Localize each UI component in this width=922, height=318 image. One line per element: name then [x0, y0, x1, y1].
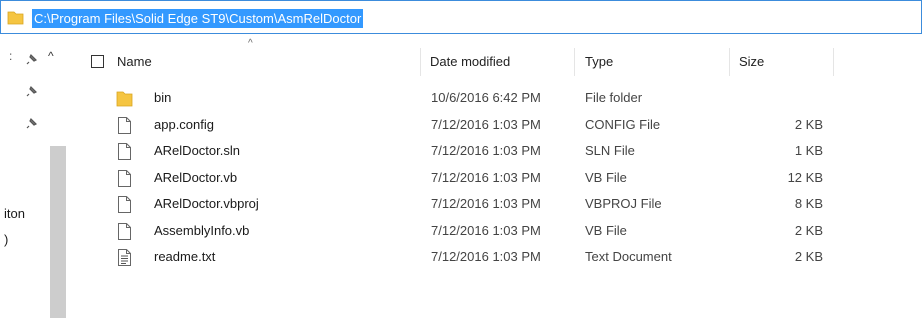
file-type: VB File — [585, 169, 627, 185]
column-divider[interactable] — [833, 48, 834, 76]
sort-ascending-icon: ^ — [248, 38, 253, 49]
file-name[interactable]: app.config — [154, 112, 214, 138]
file-size: 2 KB — [794, 222, 823, 238]
file-date-modified: 7/12/2016 1:03 PM — [431, 169, 541, 185]
pin-icon[interactable] — [26, 116, 38, 130]
file-icon — [118, 143, 131, 160]
file-name[interactable]: bin — [154, 85, 171, 111]
text-file-icon — [118, 249, 131, 266]
file-name[interactable]: ARelDoctor.vbproj — [154, 191, 259, 217]
file-size: 8 KB — [794, 196, 823, 211]
address-bar[interactable]: C:\Program Files\Solid Edge ST9\Custom\A… — [0, 0, 922, 34]
column-header-name[interactable]: Name — [117, 48, 152, 76]
file-row[interactable]: ARelDoctor.vb 7/12/2016 1:03 PM VB File 12 … — [75, 165, 845, 191]
file-type: Text Document — [585, 249, 672, 264]
nav-item-label[interactable]: iton — [4, 206, 25, 221]
file-icon — [118, 222, 131, 240]
nav-item-label[interactable]: ) — [4, 232, 8, 247]
column-header-date[interactable]: Date modified — [430, 48, 510, 76]
file-row[interactable]: bin 10/6/2016 6:42 PM File folder — [75, 85, 845, 111]
file-size: 12 KB — [787, 169, 823, 185]
file-type: File folder — [585, 90, 643, 105]
column-divider[interactable] — [729, 48, 730, 76]
file-size: 2 KB — [794, 116, 823, 132]
file-type: SLN File — [585, 143, 635, 158]
file-icon — [118, 196, 131, 213]
select-all-checkbox[interactable] — [91, 55, 104, 68]
address-path[interactable]: C:\Program Files\Solid Edge ST9\Custom\A… — [32, 9, 364, 28]
file-date-modified: 7/12/2016 1:03 PM — [431, 249, 541, 264]
folder-icon — [116, 91, 133, 107]
file-type: CONFIG File — [585, 116, 661, 132]
nav-scrollbar[interactable] — [50, 146, 66, 318]
file-icon — [118, 169, 131, 187]
column-divider[interactable] — [420, 48, 421, 76]
pin-icon[interactable] — [26, 52, 38, 66]
file-date-modified: 7/12/2016 1:03 PM — [431, 143, 541, 158]
file-row[interactable]: ARelDoctor.vbproj 7/12/2016 1:03 PM VBPROJ… — [75, 191, 845, 217]
file-size: 1 KB — [794, 143, 823, 158]
file-row[interactable]: ARelDoctor.sln 7/12/2016 1:03 PM SLN File 1… — [75, 138, 845, 164]
file-name[interactable]: AssemblyInfo.vb — [154, 218, 249, 244]
file-name[interactable]: ARelDoctor.vb — [154, 165, 237, 191]
file-row[interactable]: readme.txt 7/12/2016 1:03 PM Text Document… — [75, 244, 845, 270]
column-divider[interactable] — [574, 48, 575, 76]
collapse-up-icon[interactable]: ^ — [48, 49, 62, 63]
file-type: VBPROJ File — [585, 196, 662, 211]
column-header-size[interactable]: Size — [739, 48, 764, 76]
file-date-modified: 7/12/2016 1:03 PM — [431, 196, 541, 211]
folder-icon — [7, 11, 24, 25]
file-date-modified: 7/12/2016 1:03 PM — [431, 222, 541, 238]
navigation-pane: : ^ iton ) — [0, 34, 75, 318]
file-type: VB File — [585, 222, 627, 238]
file-date-modified: 10/6/2016 6:42 PM — [431, 90, 541, 105]
file-icon — [118, 116, 131, 134]
file-size: 2 KB — [794, 249, 823, 264]
file-name[interactable]: readme.txt — [154, 244, 215, 270]
file-row[interactable]: AssemblyInfo.vb 7/12/2016 1:03 PM VB File 2… — [75, 218, 845, 244]
file-row[interactable]: app.config 7/12/2016 1:03 PM CONFIG File 2 … — [75, 112, 845, 138]
nav-overflow-icon: : — [9, 49, 13, 63]
column-header-type[interactable]: Type — [585, 48, 613, 76]
pin-icon[interactable] — [26, 84, 38, 98]
file-date-modified: 7/12/2016 1:03 PM — [431, 116, 541, 132]
file-name[interactable]: ARelDoctor.sln — [154, 138, 240, 164]
